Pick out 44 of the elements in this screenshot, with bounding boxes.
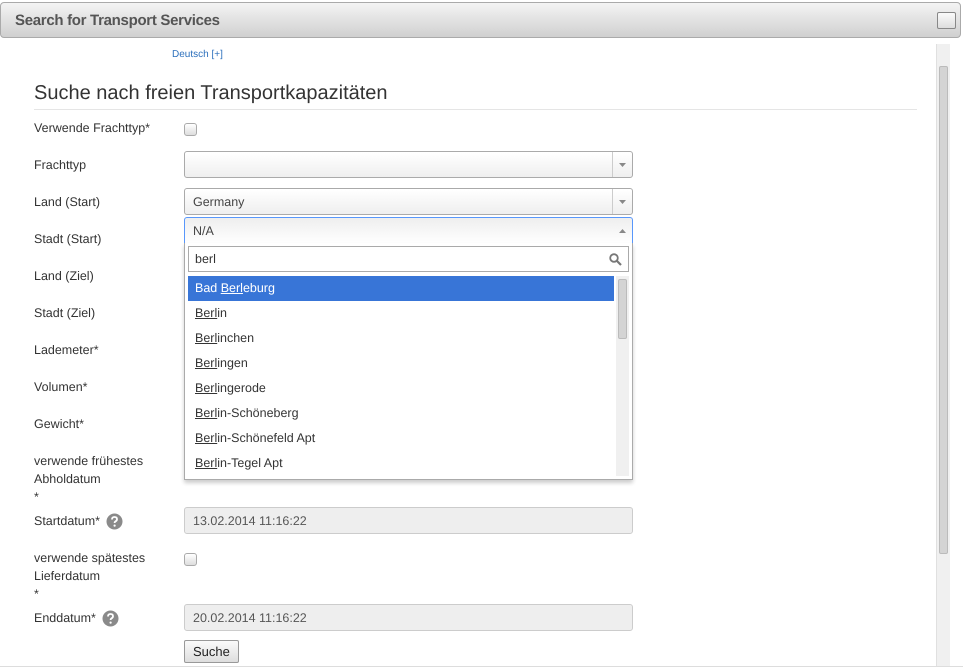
field-label: Land (Start) xyxy=(34,194,100,211)
caret-icon xyxy=(619,162,626,166)
search-field[interactable]: berl xyxy=(188,246,629,272)
language-link[interactable]: Deutsch [+] xyxy=(172,49,223,60)
field-label: Verwende Frachttyp* xyxy=(34,120,150,137)
result-item[interactable]: Bad Berleburg xyxy=(188,276,614,301)
result-item[interactable]: Berlinchen xyxy=(188,326,614,351)
result-item[interactable]: Berlin-Tegel Apt xyxy=(188,451,614,476)
field-label: Lademeter* xyxy=(34,342,99,359)
maximize-button[interactable] xyxy=(937,12,956,28)
checkbox[interactable] xyxy=(184,123,197,136)
caret-icon xyxy=(619,200,626,204)
result-item[interactable]: Berlin xyxy=(188,301,614,326)
field-label: verwende spätestes Lieferdatum xyxy=(34,550,146,585)
date-field: 20.02.2014 11:16:22 xyxy=(184,604,633,631)
field-label: Enddatum* xyxy=(34,610,96,627)
required-mark: * xyxy=(34,489,39,506)
result-item[interactable]: Berlingen xyxy=(188,351,614,376)
scrollbar[interactable] xyxy=(616,276,629,476)
result-item[interactable]: Berlingerode xyxy=(188,376,614,401)
window-title: Search for Transport Services xyxy=(15,12,220,28)
scrollbar[interactable] xyxy=(936,44,950,666)
field-label: verwende frühestes Abholdatum xyxy=(34,453,144,488)
field-label: Startdatum* xyxy=(34,513,100,530)
help-icon[interactable] xyxy=(106,512,124,530)
field-label: Volumen* xyxy=(34,379,88,396)
field-label: Stadt (Ziel) xyxy=(34,305,96,322)
required-mark: * xyxy=(34,586,39,603)
help-icon[interactable] xyxy=(102,610,119,626)
result-item[interactable]: Berlin-Schönefeld Apt xyxy=(188,426,614,451)
caret-icon xyxy=(619,229,626,233)
search-button[interactable]: Suche xyxy=(184,640,239,663)
field-label: Gewicht* xyxy=(34,416,84,433)
select-field[interactable]: N/A xyxy=(184,217,633,244)
result-item[interactable]: Berlin-Schöneberg xyxy=(188,401,614,426)
field-label: Frachttyp xyxy=(34,157,86,174)
field-label: Stadt (Start) xyxy=(34,231,102,248)
search-icon xyxy=(609,252,622,266)
field-label: Land (Ziel) xyxy=(34,268,94,285)
page-heading: Suche nach freien Transportkapazitäten xyxy=(34,82,917,110)
date-field: 13.02.2014 11:16:22 xyxy=(184,507,633,534)
checkbox[interactable] xyxy=(184,553,197,566)
select-field[interactable]: Germany xyxy=(184,188,633,215)
select-field[interactable] xyxy=(184,151,633,178)
